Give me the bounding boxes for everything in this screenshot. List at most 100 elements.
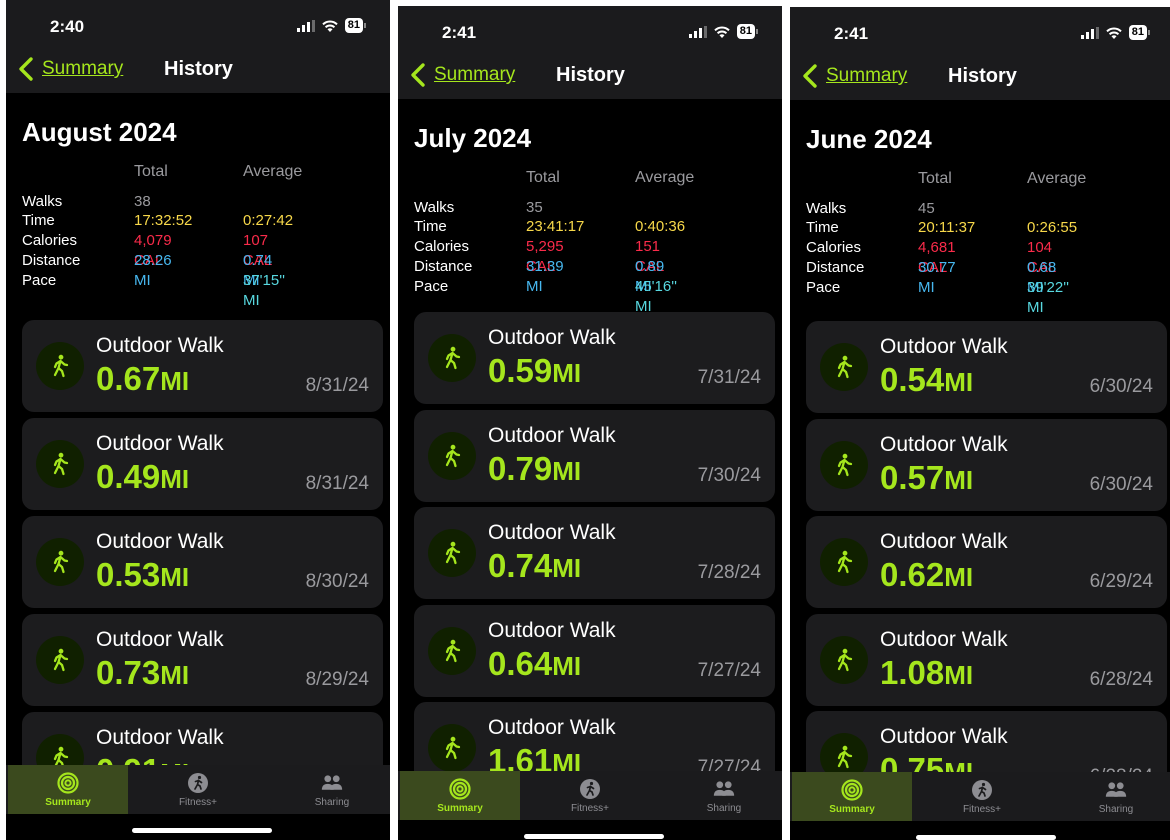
workout-distance-unit: MI — [552, 553, 582, 583]
back-button[interactable]: Summary — [16, 56, 123, 82]
walk-icon-badge — [820, 440, 868, 489]
workout-date: 7/31/24 — [697, 367, 761, 388]
workout-title: Outdoor Walk — [96, 726, 224, 749]
page-title: History — [164, 58, 233, 80]
distance-label: Distance — [22, 252, 81, 269]
workout-date: 8/31/24 — [305, 473, 369, 494]
tab-fitness-plus[interactable]: Fitness+ — [530, 771, 650, 820]
sharing-people-icon — [713, 780, 735, 796]
workout-card[interactable]: Outdoor Walk 0.54MI 6/30/24 — [806, 321, 1167, 413]
workout-distance-unit: MI — [552, 358, 582, 388]
walking-figure-icon — [53, 550, 69, 574]
workout-card[interactable]: Outdoor Walk 0.62MI 6/29/24 — [806, 516, 1167, 608]
tab-sharing-label: Sharing — [706, 802, 742, 814]
workout-title: Outdoor Walk — [488, 423, 616, 447]
walk-icon-badge — [428, 626, 476, 675]
tab-sharing[interactable]: Sharing — [272, 765, 390, 814]
tab-fitness-plus[interactable]: Fitness+ — [922, 772, 1042, 821]
walks-label: Walks — [806, 200, 847, 217]
workout-card[interactable]: Outdoor Walk 0.57MI 6/30/24 — [806, 418, 1167, 511]
workout-card[interactable]: Outdoor Walk 0.67MI 8/31/24 — [22, 320, 383, 412]
status-clock: 2:41 — [442, 23, 477, 42]
calories-label: Calories — [22, 232, 78, 249]
tab-summary[interactable]: Summary — [8, 765, 128, 814]
workout-title: Outdoor Walk — [96, 334, 224, 357]
average-header: Average — [635, 169, 695, 186]
walking-figure-icon — [837, 648, 853, 671]
time-total: 20:11:37 — [918, 219, 976, 236]
navigation-bar: Summary History — [790, 57, 1170, 100]
tab-fitness-label: Fitness+ — [962, 803, 1002, 815]
activity-rings-icon — [57, 771, 79, 794]
sharing-people-icon — [1105, 781, 1127, 797]
back-button[interactable]: Summary — [800, 63, 907, 89]
workout-distance-value: 1.08 — [880, 653, 945, 691]
workout-card[interactable]: Outdoor Walk 0.59MI 7/31/24 — [414, 312, 775, 404]
page-title: History — [948, 65, 1017, 87]
workout-card[interactable]: Outdoor Walk 0.64MI 7/27/24 — [414, 604, 775, 697]
workout-title: Outdoor Walk — [488, 716, 616, 739]
pace-label: Pace — [22, 272, 57, 289]
tab-summary-label: Summary — [829, 803, 875, 815]
month-heading: July 2024 — [414, 123, 532, 153]
status-bar: 2:40 81 — [6, 0, 390, 50]
tab-fitness-label: Fitness+ — [570, 802, 610, 814]
workout-card[interactable]: Outdoor Walk 0.73MI 8/29/24 — [22, 614, 383, 706]
walk-icon-badge — [428, 724, 476, 772]
average-header: Average — [1027, 170, 1087, 187]
workout-distance: 0.54MI — [880, 361, 973, 399]
workout-title: Outdoor Walk — [96, 628, 224, 651]
tab-sharing[interactable]: Sharing — [664, 771, 782, 820]
home-indicator — [524, 834, 664, 839]
walks-total: 35 — [526, 199, 543, 216]
workout-distance-unit: MI — [160, 464, 190, 494]
tab-sharing[interactable]: Sharing — [1056, 772, 1170, 821]
calories-label: Calories — [414, 238, 470, 255]
workout-distance: 1.08MI — [880, 654, 973, 692]
workout-date: 6/30/24 — [1089, 376, 1153, 397]
chevron-left-icon — [411, 63, 425, 87]
tab-summary-label: Summary — [45, 796, 91, 808]
walk-icon-badge — [36, 342, 84, 390]
workout-title: Outdoor Walk — [880, 432, 1008, 456]
walks-total: 38 — [134, 193, 151, 210]
tab-fitness-plus[interactable]: Fitness+ — [138, 765, 258, 814]
workout-date: 6/30/24 — [1089, 473, 1153, 495]
workout-title: Outdoor Walk — [488, 618, 616, 642]
history-screen-july: 2:41 81 Summary History July 2024 Total … — [398, 6, 782, 840]
tab-summary[interactable]: Summary — [792, 772, 912, 821]
status-clock: 2:41 — [834, 24, 869, 43]
pace-average: 39'22'' MI — [1027, 279, 1069, 316]
back-button[interactable]: Summary — [408, 62, 515, 88]
total-header: Total — [134, 163, 168, 180]
workout-card[interactable]: Outdoor Walk 0.74MI 7/28/24 — [414, 507, 775, 599]
activity-rings-icon — [841, 778, 863, 801]
workout-card[interactable]: Outdoor Walk 0.79MI 7/30/24 — [414, 409, 775, 502]
workout-card[interactable]: Outdoor Walk 0.53MI 8/30/24 — [22, 516, 383, 608]
workout-title: Outdoor Walk — [880, 335, 1008, 358]
workout-distance-value: 0.74 — [488, 547, 553, 584]
workout-distance-value: 0.79 — [488, 449, 553, 487]
status-clock: 2:40 — [50, 17, 85, 36]
walks-label: Walks — [22, 193, 63, 210]
month-heading: June 2024 — [806, 124, 932, 154]
system-icons: 81 — [1080, 25, 1150, 40]
walk-icon-badge — [820, 343, 868, 391]
time-label: Time — [414, 218, 447, 235]
workout-distance-unit: MI — [944, 367, 974, 397]
sharing-people-icon — [321, 774, 343, 790]
total-header: Total — [526, 169, 560, 186]
tab-summary[interactable]: Summary — [400, 771, 520, 820]
workout-card[interactable]: Outdoor Walk 0.49MI 8/31/24 — [22, 418, 383, 510]
battery-icon: 81 — [736, 24, 755, 39]
workout-card[interactable]: Outdoor Walk 1.08MI 6/28/24 — [806, 613, 1167, 706]
walk-icon-badge — [36, 440, 84, 488]
workout-title: Outdoor Walk — [880, 627, 1008, 651]
distance-label: Distance — [806, 259, 865, 276]
fitness-plus-icon — [580, 778, 600, 799]
navigation-bar: Summary History — [398, 56, 782, 99]
tab-bar: Summary Fitness+ Sharing — [6, 765, 390, 814]
workout-distance: 0.57MI — [880, 459, 973, 497]
workout-distance-value: 0.57 — [880, 458, 945, 496]
workout-distance: 0.62MI — [880, 556, 973, 594]
